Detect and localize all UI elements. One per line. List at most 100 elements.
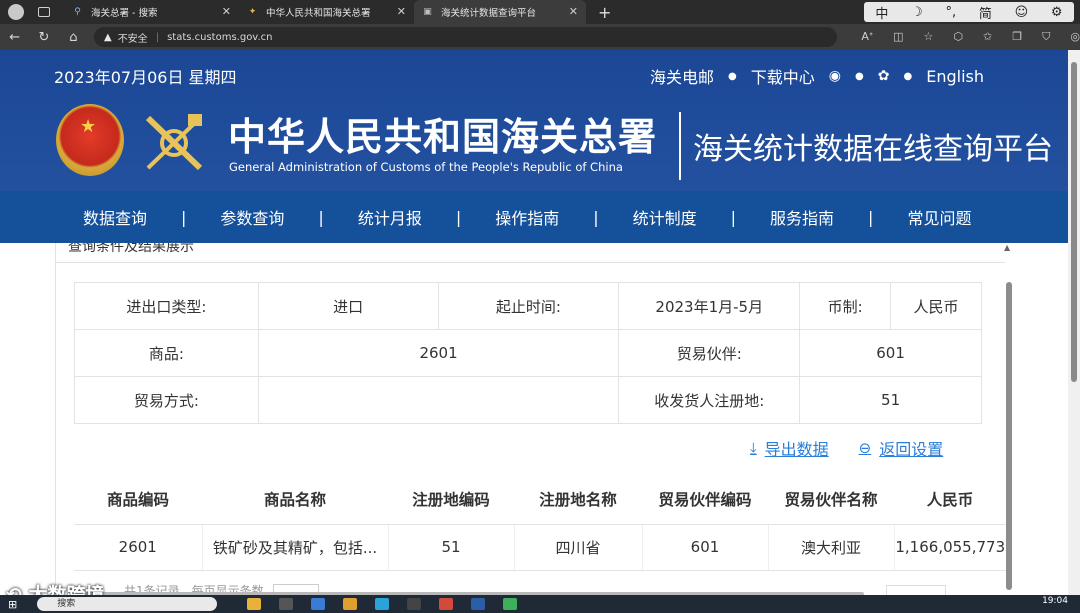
nav-faq[interactable]: 常见问题	[907, 205, 971, 229]
favorite-star-icon[interactable]: ☆	[924, 30, 934, 44]
app-icon[interactable]	[311, 598, 326, 610]
shield-icon[interactable]: ⛉	[1042, 30, 1050, 44]
back-arrow-circle-icon: ⊖	[858, 439, 872, 457]
collections-icon[interactable]: ❐	[1012, 30, 1022, 44]
period-label: 起止时间:	[437, 282, 620, 330]
page-favicon-icon: ▣	[423, 6, 432, 17]
partner-value: 601	[799, 329, 982, 377]
panel-border	[55, 243, 56, 593]
nav-separator: |	[593, 207, 599, 227]
ime-mode-icon[interactable]: 中	[875, 3, 888, 22]
page-jump-box[interactable]	[886, 585, 946, 595]
read-aloud-icon[interactable]: Aᐩ	[861, 30, 873, 44]
national-emblem-logo	[56, 104, 124, 176]
customs-emblem-logo	[145, 114, 203, 171]
app-icon[interactable]	[471, 598, 486, 610]
weibo-icon[interactable]: ◉	[829, 68, 841, 84]
english-link[interactable]: English	[926, 67, 984, 86]
section-divider	[55, 262, 1005, 263]
wechat-app-icon[interactable]	[503, 598, 518, 610]
platform-title: 海关统计数据在线查询平台	[693, 132, 1053, 167]
simplified-icon[interactable]: 简	[979, 3, 992, 22]
partner-label: 贸易伙伴:	[618, 329, 801, 377]
main-nav: 数据查询 | 参数查询 | 统计月报 | 操作指南 | 统计制度 | 服务指南 …	[0, 191, 1068, 243]
url-text: stats.customs.gov.cn	[167, 31, 273, 43]
email-link[interactable]: 海关电邮	[650, 64, 714, 88]
copilot-icon[interactable]: ◎	[1070, 30, 1080, 44]
inner-scrollbar[interactable]	[1006, 282, 1012, 590]
tab-customs-home[interactable]: ✦ 中华人民共和国海关总署 ✕	[239, 0, 414, 24]
scroll-up-icon[interactable]: ▲	[1004, 243, 1010, 252]
wechat-icon[interactable]: ✿	[878, 68, 890, 84]
nav-guide[interactable]: 操作指南	[495, 205, 559, 229]
close-icon[interactable]: ✕	[397, 5, 406, 18]
trade-type-label: 进出口类型:	[74, 282, 259, 330]
new-tab-button[interactable]: +	[598, 3, 611, 22]
taskbar-search[interactable]: 搜索	[37, 597, 218, 611]
tab-label: 海关总署 - 搜索	[91, 8, 158, 19]
cell-partner-name: 澳大利亚	[767, 524, 895, 571]
divider	[679, 112, 681, 180]
windows-start-icon[interactable]: ⊞	[8, 598, 17, 611]
col-region-code[interactable]: 注册地编码	[388, 474, 514, 525]
trade-mode-label: 贸易方式:	[74, 376, 259, 424]
tab-search[interactable]: ⚲ 海关总署 - 搜索 ✕	[64, 0, 239, 24]
nav-data-query[interactable]: 数据查询	[83, 205, 147, 229]
tab-stats-platform[interactable]: ▣ 海关统计数据查询平台 ✕	[414, 0, 586, 24]
edge-icon[interactable]	[375, 598, 390, 610]
table-header-row: 商品编码 商品名称 注册地编码 注册地名称 贸易伙伴编码 贸易伙伴名称 人民币	[74, 474, 1006, 525]
back-arrow-icon[interactable]: ←	[0, 30, 29, 45]
extension-icon[interactable]: ⬡	[953, 30, 963, 44]
export-data-button[interactable]: ⤓ 导出数据	[750, 436, 829, 460]
cell-rmb: 1,166,055,773	[894, 524, 1006, 571]
back-label: 返回设置	[879, 440, 944, 459]
col-goods-code[interactable]: 商品编码	[74, 474, 202, 525]
goods-label: 商品:	[74, 329, 259, 377]
col-region-name[interactable]: 注册地名称	[514, 474, 642, 525]
site-header: 2023年07月06日 星期四 海关电邮 ● 下载中心 ◉ ● ✿ ● Engl…	[0, 50, 1068, 191]
close-icon[interactable]: ✕	[222, 5, 231, 18]
currency-label: 币制:	[799, 282, 892, 330]
col-partner-code[interactable]: 贸易伙伴编码	[642, 474, 768, 525]
browser-toolbar-icons: Aᐩ ◫ ☆ ⬡ ✩ ❐ ⛉ ◎	[861, 30, 1080, 44]
nav-service-guide[interactable]: 服务指南	[770, 205, 834, 229]
col-rmb[interactable]: 人民币	[894, 474, 1006, 525]
col-partner-name[interactable]: 贸易伙伴名称	[768, 474, 894, 525]
result-table: 商品编码 商品名称 注册地编码 注册地名称 贸易伙伴编码 贸易伙伴名称 人民币 …	[74, 474, 1006, 571]
app-icon[interactable]	[407, 598, 422, 610]
home-icon[interactable]: ⌂	[59, 30, 88, 45]
punctuation-icon[interactable]: °,	[946, 5, 957, 20]
col-goods-name[interactable]: 商品名称	[202, 474, 388, 525]
moon-icon[interactable]: ☽	[911, 5, 923, 20]
search-icon: ⚲	[74, 6, 81, 17]
page-scrollbar[interactable]	[1071, 62, 1077, 382]
close-icon[interactable]: ✕	[569, 5, 578, 18]
app-icon[interactable]	[439, 598, 454, 610]
cell-region-name: 四川省	[513, 524, 643, 571]
goods-value: 2601	[257, 329, 620, 377]
refresh-icon[interactable]: ↻	[29, 30, 58, 45]
emoji-icon[interactable]: ☺	[1015, 5, 1029, 20]
back-to-settings-button[interactable]: ⊖ 返回设置	[859, 436, 944, 460]
reader-icon[interactable]: ◫	[893, 30, 903, 44]
site-title-cn: 中华人民共和国海关总署	[228, 114, 658, 159]
app-icon[interactable]	[279, 598, 294, 610]
folder-icon[interactable]	[343, 598, 358, 610]
nav-param-query[interactable]: 参数查询	[220, 205, 284, 229]
gear-icon[interactable]: ⚙	[1051, 5, 1063, 20]
trade-type-value: 进口	[257, 282, 439, 330]
taskbar-apps	[247, 598, 518, 610]
download-center-link[interactable]: 下载中心	[751, 64, 815, 88]
favorites-icon[interactable]: ✩	[983, 30, 992, 44]
header-links: 海关电邮 ● 下载中心 ◉ ● ✿ ● English	[650, 64, 984, 88]
nav-monthly-report[interactable]: 统计月报	[358, 205, 422, 229]
result-actions: ⤓ 导出数据 ⊖ 返回设置	[750, 436, 943, 460]
customs-favicon-icon: ✦	[248, 6, 257, 17]
tab-actions-icon[interactable]	[38, 7, 50, 17]
nav-stat-system[interactable]: 统计制度	[633, 205, 697, 229]
os-taskbar: ⊞ 搜索 19:04	[0, 595, 1080, 613]
profile-avatar[interactable]	[8, 4, 24, 20]
url-field[interactable]: ▲ 不安全 | stats.customs.gov.cn	[93, 27, 838, 47]
address-bar-row: ← ↻ ⌂ ▲ 不安全 | stats.customs.gov.cn Aᐩ ◫ …	[0, 24, 1080, 50]
app-icon[interactable]	[247, 598, 262, 610]
